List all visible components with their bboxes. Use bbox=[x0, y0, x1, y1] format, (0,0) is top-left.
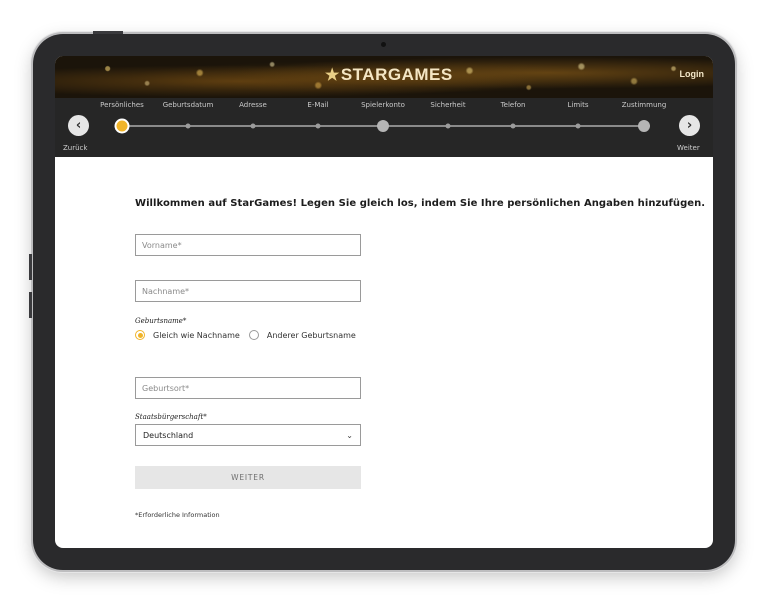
step-label[interactable]: Persönliches bbox=[100, 101, 144, 109]
chevron-down-icon: ⌄ bbox=[346, 430, 353, 440]
logo-text: STARGAMES bbox=[340, 65, 453, 84]
top-button bbox=[93, 31, 123, 34]
radio-label-other[interactable]: Anderer Geburtsname bbox=[267, 331, 356, 340]
step-label[interactable]: Telefon bbox=[501, 101, 526, 109]
side-button bbox=[29, 292, 32, 318]
radio-same-as-lastname[interactable] bbox=[135, 330, 145, 340]
birthplace-input[interactable] bbox=[135, 377, 361, 399]
camera-dot bbox=[381, 42, 386, 47]
step-label[interactable]: E-Mail bbox=[307, 101, 328, 109]
required-info-note: *Erforderliche Information bbox=[135, 511, 220, 519]
step-label[interactable]: Spielerkonto bbox=[361, 101, 405, 109]
next-button[interactable]: › bbox=[679, 115, 700, 136]
step-dot[interactable] bbox=[445, 123, 451, 129]
birth-name-label: Geburtsname* bbox=[135, 317, 187, 325]
radio-label-same[interactable]: Gleich wie Nachname bbox=[153, 331, 240, 340]
last-name-input[interactable] bbox=[135, 280, 361, 302]
back-label[interactable]: Zurück bbox=[63, 144, 87, 152]
side-button bbox=[29, 254, 32, 280]
registration-stepper: Persönliches Geburtsdatum Adresse E-Mail Spi… bbox=[55, 98, 713, 157]
tablet-frame: ★STARGAMES Login Persönliches Geburtsdatu… bbox=[29, 31, 735, 570]
birth-name-radio-group: Gleich wie Nachname Anderer Geburtsname bbox=[135, 330, 365, 340]
step-dot[interactable] bbox=[315, 123, 321, 129]
step-dot[interactable] bbox=[116, 120, 128, 132]
radio-other-birthname[interactable] bbox=[248, 330, 259, 340]
step-dot[interactable] bbox=[575, 123, 581, 129]
citizenship-value: Deutschland bbox=[143, 430, 194, 440]
login-link[interactable]: Login bbox=[680, 69, 705, 79]
welcome-heading: Willkommen auf StarGames! Legen Sie glei… bbox=[135, 198, 706, 209]
chevron-left-icon: ‹ bbox=[75, 118, 82, 133]
app-screen: ★STARGAMES Login Persönliches Geburtsdatu… bbox=[55, 56, 713, 548]
back-button[interactable]: ‹ bbox=[68, 115, 89, 136]
step-label[interactable]: Zustimmung bbox=[622, 101, 667, 109]
step-dot[interactable] bbox=[377, 120, 389, 132]
step-dot[interactable] bbox=[250, 123, 256, 129]
citizenship-select[interactable]: Deutschland ⌄ bbox=[135, 424, 361, 446]
step-dot[interactable] bbox=[638, 120, 650, 132]
step-dot[interactable] bbox=[185, 123, 191, 129]
header-banner: ★STARGAMES Login bbox=[55, 56, 713, 98]
chevron-right-icon: › bbox=[686, 118, 693, 133]
citizenship-label: Staatsbürgerschaft* bbox=[135, 413, 207, 421]
weiter-submit-button[interactable]: WEITER bbox=[135, 466, 361, 489]
step-dot[interactable] bbox=[510, 123, 516, 129]
star-icon: ★ bbox=[325, 67, 340, 84]
stargames-logo[interactable]: ★STARGAMES bbox=[325, 65, 453, 85]
step-label[interactable]: Geburtsdatum bbox=[163, 101, 214, 109]
first-name-input[interactable] bbox=[135, 234, 361, 256]
next-label[interactable]: Weiter bbox=[677, 144, 700, 152]
step-label[interactable]: Limits bbox=[568, 101, 589, 109]
step-label[interactable]: Adresse bbox=[239, 101, 267, 109]
step-label[interactable]: Sicherheit bbox=[430, 101, 465, 109]
